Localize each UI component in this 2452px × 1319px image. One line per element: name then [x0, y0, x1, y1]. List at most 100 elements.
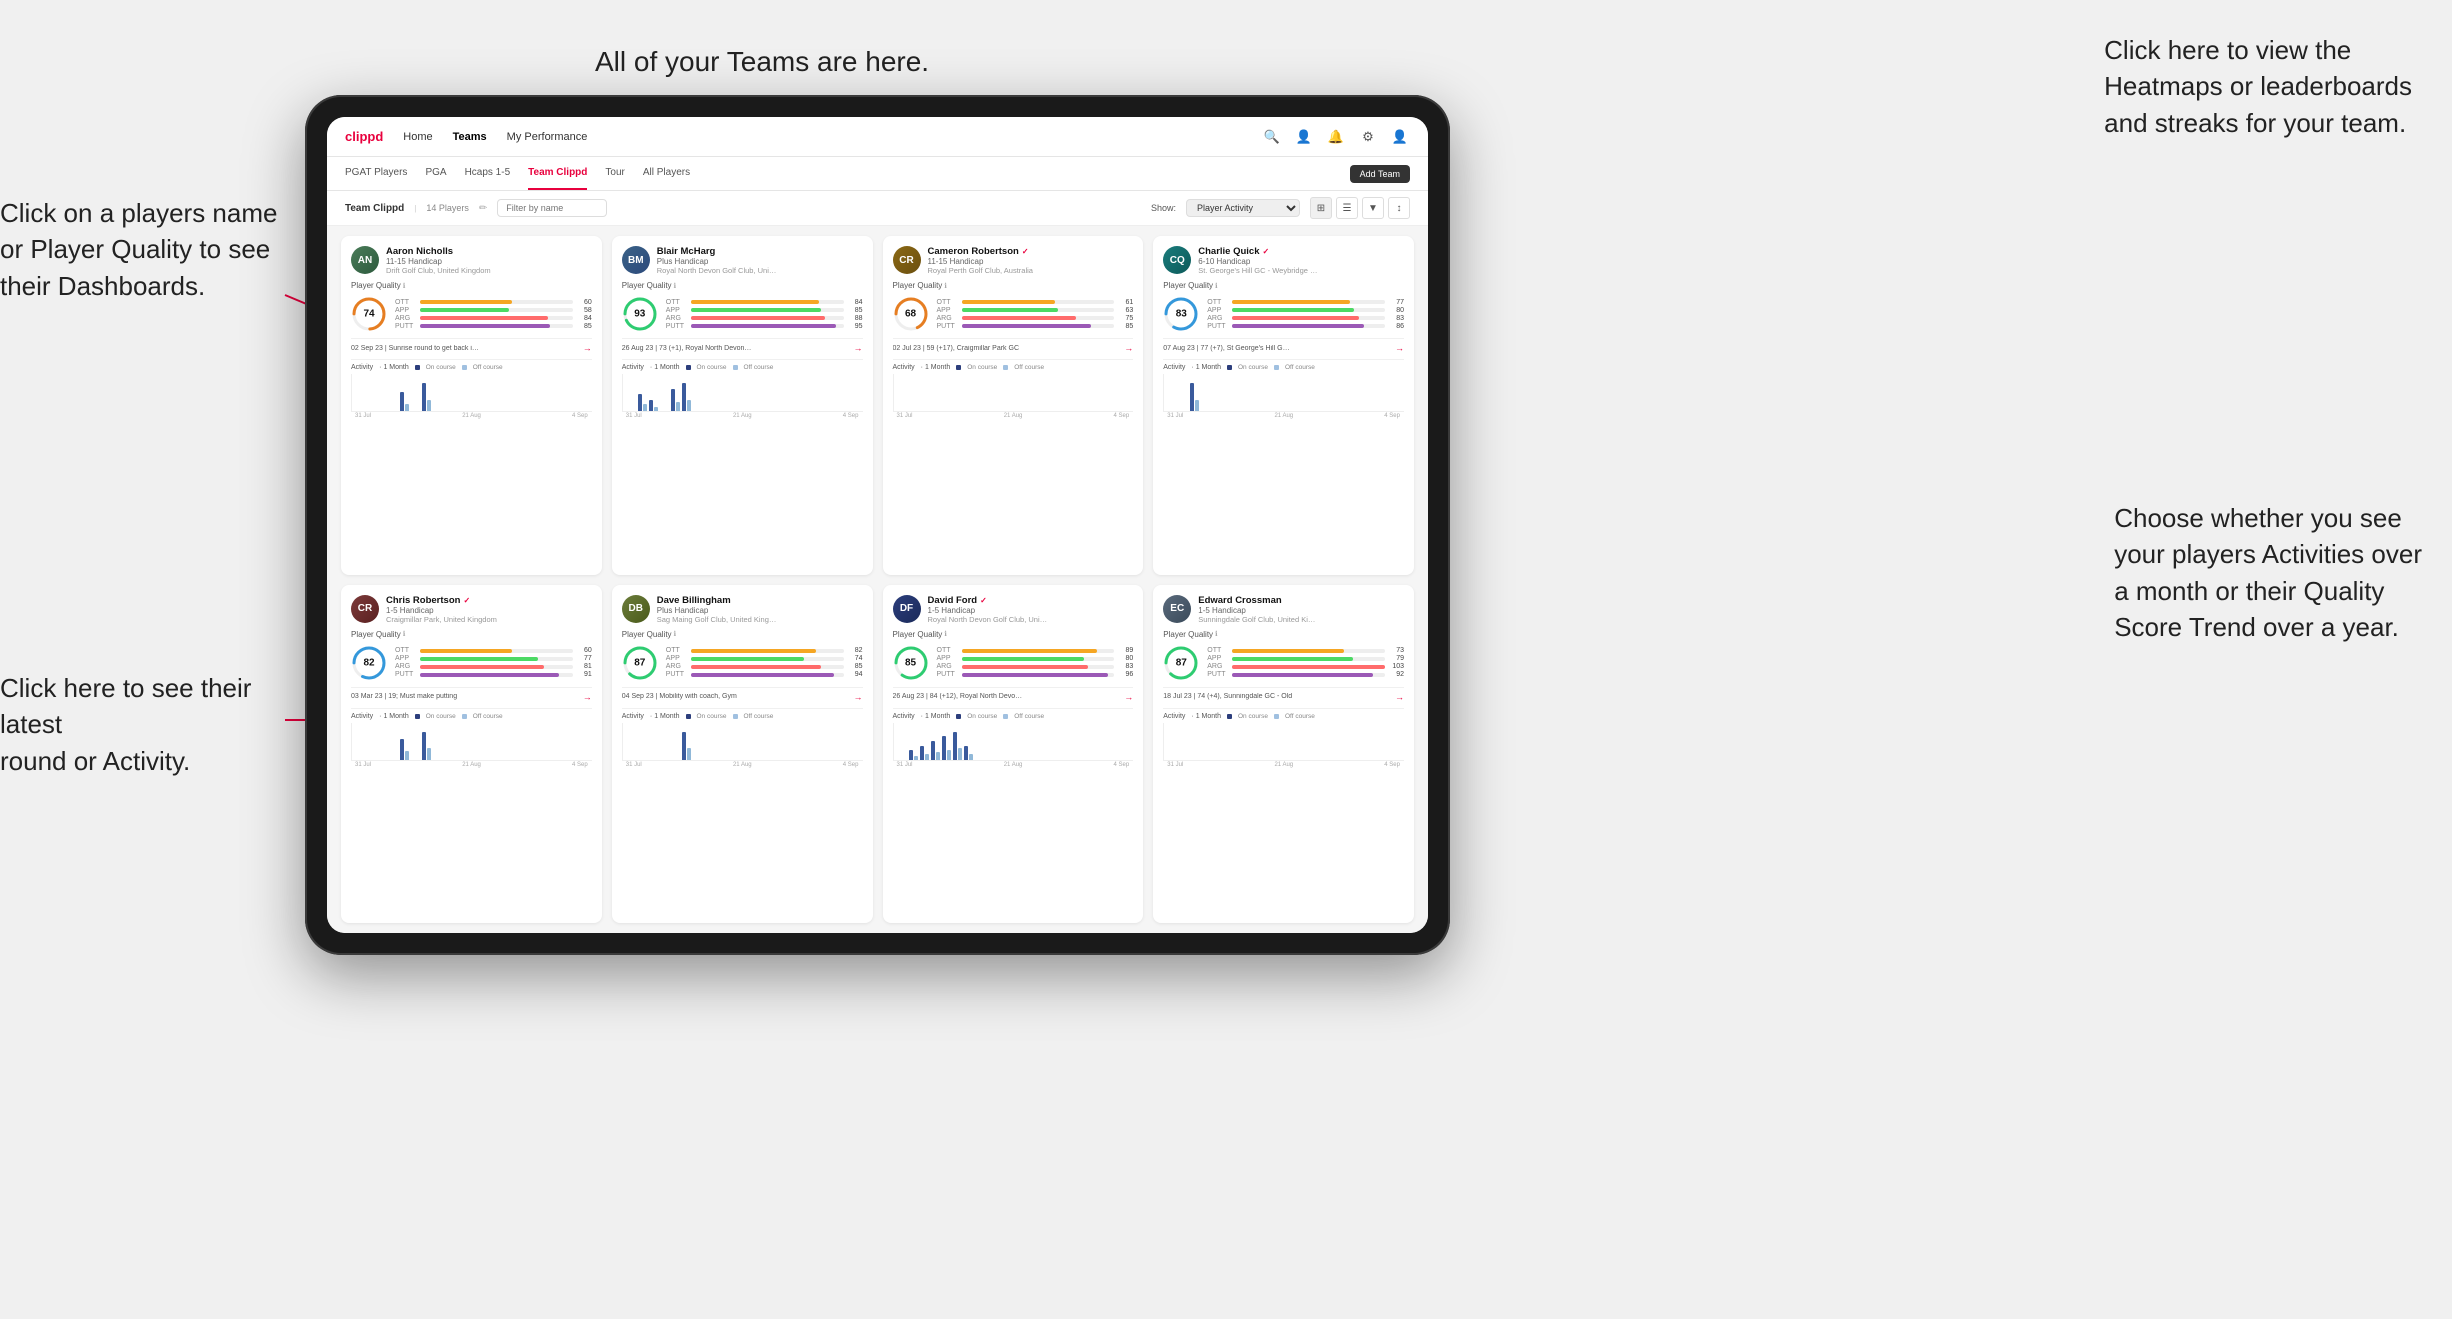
quality-number: 68: [905, 309, 916, 320]
edit-icon[interactable]: ✏: [479, 203, 487, 214]
quality-label: Player Quality ℹ: [622, 281, 863, 290]
player-card[interactable]: CR Chris Robertson ✓ 1-5 Handicap Craigm…: [341, 585, 602, 924]
quality-circle[interactable]: 74: [351, 296, 387, 332]
sub-nav-pga[interactable]: PGA: [425, 157, 446, 190]
latest-round[interactable]: 18 Jul 23 | 74 (+4), Sunningdale GC - Ol…: [1163, 687, 1404, 702]
stat-row-arg: ARG 83: [937, 663, 1134, 670]
legend-off-label: Off course: [1285, 713, 1315, 720]
sub-nav-pgat[interactable]: PGAT Players: [345, 157, 407, 190]
verified-icon: ✓: [1263, 247, 1270, 256]
player-card[interactable]: AN Aaron Nicholls 11-15 Handicap Drift G…: [341, 236, 602, 575]
sub-nav-team-clippd[interactable]: Team Clippd: [528, 157, 587, 190]
stat-bar-bg: [962, 673, 1115, 677]
stat-label: ARG: [666, 663, 688, 670]
legend-off-label: Off course: [1014, 713, 1044, 720]
info-icon: ℹ: [1215, 282, 1218, 290]
bell-icon[interactable]: 🔔: [1326, 127, 1346, 147]
stat-row-arg: ARG 85: [666, 663, 863, 670]
player-header: CR Cameron Robertson ✓ 11-15 Handicap Ro…: [893, 246, 1134, 275]
player-name[interactable]: Dave Billingham: [657, 595, 863, 606]
stat-bar-fill: [420, 665, 544, 669]
player-card[interactable]: DF David Ford ✓ 1-5 Handicap Royal North…: [883, 585, 1144, 924]
stat-label: PUTT: [937, 323, 959, 330]
player-card[interactable]: BM Blair McHarg Plus Handicap Royal Nort…: [612, 236, 873, 575]
chart-bar-off: [1195, 400, 1199, 411]
quality-circle[interactable]: 83: [1163, 296, 1199, 332]
player-club: St. George's Hill GC - Weybridge - Surre…: [1198, 266, 1318, 275]
nav-item-home[interactable]: Home: [403, 131, 432, 143]
stat-row-arg: ARG 84: [395, 315, 592, 322]
quality-circle[interactable]: 82: [351, 645, 387, 681]
search-icon[interactable]: 🔍: [1262, 127, 1282, 147]
activity-period: · 1 Month: [379, 713, 409, 720]
round-text: 02 Jul 23 | 59 (+17), Craigmillar Park G…: [893, 345, 1020, 352]
round-arrow-icon: →: [1395, 692, 1404, 702]
sub-nav-hcaps[interactable]: Hcaps 1-5: [465, 157, 511, 190]
stat-row-putt: PUTT 91: [395, 671, 592, 678]
chart-bar-on: [649, 400, 653, 411]
latest-round[interactable]: 26 Aug 23 | 73 (+1), Royal North Devon G…: [622, 338, 863, 353]
stat-bar-bg: [420, 324, 573, 328]
latest-round[interactable]: 03 Mar 23 | 19; Must make putting →: [351, 687, 592, 702]
activity-period: · 1 Month: [650, 713, 680, 720]
player-name[interactable]: Blair McHarg: [657, 246, 863, 257]
grid-view-button[interactable]: ⊞: [1310, 197, 1332, 219]
player-name[interactable]: Edward Crossman: [1198, 595, 1404, 606]
player-card[interactable]: EC Edward Crossman 1-5 Handicap Sunningd…: [1153, 585, 1414, 924]
stat-bar-bg: [420, 316, 573, 320]
settings-icon[interactable]: ⚙: [1358, 127, 1378, 147]
quality-number: 83: [1176, 309, 1187, 320]
activity-period: · 1 Month: [1191, 364, 1221, 371]
sort-button[interactable]: ↕: [1388, 197, 1410, 219]
quality-circle[interactable]: 87: [1163, 645, 1199, 681]
nav-item-performance[interactable]: My Performance: [507, 131, 588, 143]
nav-item-teams[interactable]: Teams: [453, 131, 487, 143]
stat-bar-bg: [691, 657, 844, 661]
quality-circle[interactable]: 85: [893, 645, 929, 681]
player-card[interactable]: CR Cameron Robertson ✓ 11-15 Handicap Ro…: [883, 236, 1144, 575]
sub-nav-all-players[interactable]: All Players: [643, 157, 690, 190]
latest-round[interactable]: 04 Sep 23 | Mobility with coach, Gym →: [622, 687, 863, 702]
stat-label: APP: [937, 307, 959, 314]
quality-circle[interactable]: 68: [893, 296, 929, 332]
search-input[interactable]: [497, 199, 607, 217]
chart-bar-on: [638, 394, 642, 411]
player-name[interactable]: Aaron Nicholls: [386, 246, 592, 257]
info-icon: ℹ: [674, 630, 677, 638]
stat-label: OTT: [937, 647, 959, 654]
quality-label: Player Quality ℹ: [622, 630, 863, 639]
list-view-button[interactable]: ☰: [1336, 197, 1358, 219]
player-card[interactable]: DB Dave Billingham Plus Handicap Sag Mai…: [612, 585, 873, 924]
latest-round[interactable]: 07 Aug 23 | 77 (+7), St George's Hill GC…: [1163, 338, 1404, 353]
stat-value: 77: [576, 655, 592, 662]
annotation-top-right: Click here to view theHeatmaps or leader…: [2104, 32, 2412, 141]
stat-row-ott: OTT 77: [1207, 299, 1404, 306]
quality-circle[interactable]: 87: [622, 645, 658, 681]
add-team-button[interactable]: Add Team: [1350, 165, 1410, 183]
player-club: Royal North Devon Golf Club, United Kni.…: [928, 615, 1048, 624]
latest-round[interactable]: 02 Jul 23 | 59 (+17), Craigmillar Park G…: [893, 338, 1134, 353]
stat-value: 77: [1388, 299, 1404, 306]
stat-label: PUTT: [395, 323, 417, 330]
player-card[interactable]: CQ Charlie Quick ✓ 6-10 Handicap St. Geo…: [1153, 236, 1414, 575]
user-icon[interactable]: 👤: [1294, 127, 1314, 147]
player-name[interactable]: Cameron Robertson ✓: [928, 246, 1134, 257]
info-icon: ℹ: [944, 630, 947, 638]
player-name[interactable]: Charlie Quick ✓: [1198, 246, 1404, 257]
latest-round[interactable]: 26 Aug 23 | 84 (+12), Royal North Devon …: [893, 687, 1134, 702]
sub-nav-tour[interactable]: Tour: [605, 157, 624, 190]
player-header: CQ Charlie Quick ✓ 6-10 Handicap St. Geo…: [1163, 246, 1404, 275]
stat-value: 81: [576, 663, 592, 670]
stats-bars: OTT 73 APP 79 ARG 103 PUTT 92: [1207, 647, 1404, 678]
player-name[interactable]: Chris Robertson ✓: [386, 595, 592, 606]
show-select[interactable]: Player Activity Quality Score Trend: [1186, 199, 1300, 217]
filter-button[interactable]: ▼: [1362, 197, 1384, 219]
latest-round[interactable]: 02 Sep 23 | Sunrise round to get back in…: [351, 338, 592, 353]
activity-header: Activity · 1 Month On course Off course: [351, 713, 592, 720]
legend-on-label: On course: [967, 713, 997, 720]
quality-circle[interactable]: 93: [622, 296, 658, 332]
legend-on-label: On course: [426, 364, 456, 371]
player-info: Chris Robertson ✓ 1-5 Handicap Craigmill…: [386, 595, 592, 624]
avatar-icon[interactable]: 👤: [1390, 127, 1410, 147]
player-name[interactable]: David Ford ✓: [928, 595, 1134, 606]
